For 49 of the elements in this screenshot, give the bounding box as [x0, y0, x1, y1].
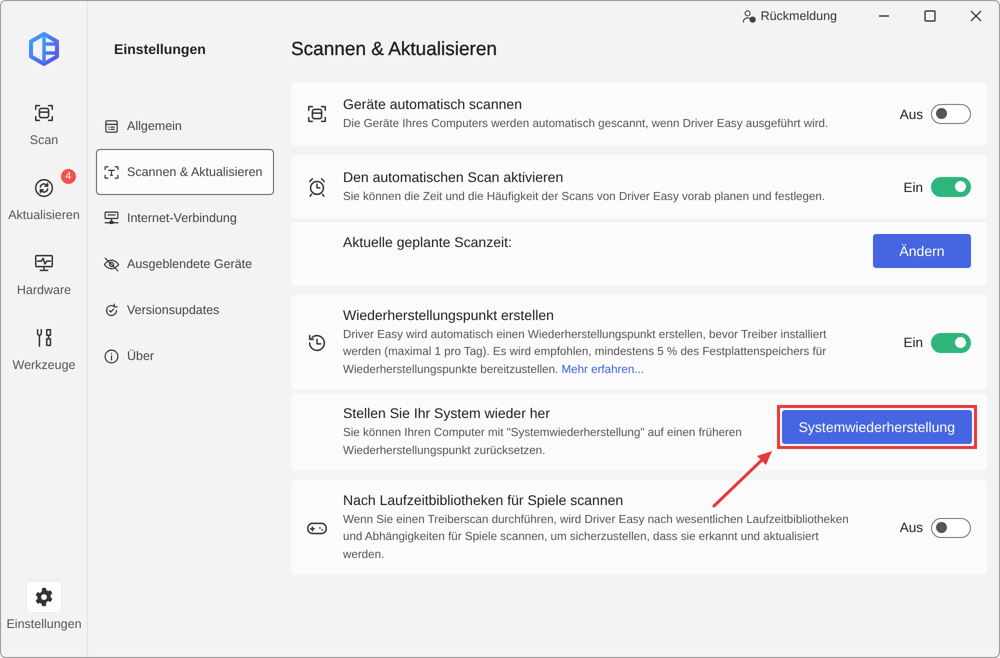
action-button[interactable]: Systemwiederherstellung — [782, 410, 972, 444]
setting-title: Nach Laufzeitbibliotheken für Spiele scannen — [343, 492, 624, 508]
maximize-icon — [924, 10, 936, 22]
refresh-check-icon — [103, 302, 120, 318]
setting-description: Die Geräte Ihres Computers werden automatisch gescannt, wenn Driver Easy ausgeführt wird. — [343, 116, 830, 132]
setting-title: Den automatischen Scan aktivieren — [343, 168, 564, 185]
setting-title: Aktuelle geplante Scanzeit: — [343, 234, 513, 250]
annotation-arrow — [712, 450, 774, 508]
feedback-button[interactable]: Rückmeldung — [742, 8, 837, 24]
rail-item[interactable]: Aktualisieren 4 — [6, 169, 82, 226]
rail-item[interactable]: Werkzeuge — [10, 319, 78, 376]
text-scan-icon — [103, 164, 120, 180]
toggle-switch[interactable] — [931, 177, 971, 197]
toggle-state-label: Aus — [900, 520, 923, 536]
toggle-state-label: Aus — [900, 106, 923, 122]
setting-description: Sie können Ihren Computer mit "Systemwiederherstellung" auf einen früheren Wiederherstellungspunkt zurücksetzen. — [343, 425, 743, 459]
list-icon — [103, 118, 120, 134]
setting-title: Geräte automatisch scannen — [343, 96, 523, 112]
update-count-badge: 4 — [60, 169, 76, 184]
settings-nav-item[interactable]: Allgemein — [96, 103, 274, 149]
settings-nav-item[interactable]: Ausgeblendete Geräte — [96, 241, 274, 287]
setting-description: Sie können die Zeit und die Häufigkeit der Scans von Driver Easy vorab planen und festlegen. — [343, 188, 826, 205]
settings-nav-item[interactable]: Scannen & Aktualisieren — [96, 149, 274, 195]
toggle-state-label: Ein — [903, 335, 923, 350]
settings-nav-item[interactable]: Versionsupdates — [96, 287, 274, 333]
rail-item[interactable]: Scan — [25, 94, 63, 151]
rail-item[interactable]: Hardware — [14, 244, 74, 301]
hidden-eye-icon — [103, 256, 120, 272]
feedback-person-icon — [742, 8, 757, 24]
network-icon — [103, 210, 120, 226]
app-logo — [28, 32, 60, 66]
settings-nav-item[interactable]: Internet-Verbindung — [96, 195, 274, 241]
scan-icon — [305, 103, 329, 125]
setting-title: Wiederherstellungspunkt erstellen — [343, 307, 555, 323]
settings-heading: Einstellungen — [114, 41, 207, 57]
rail-item[interactable]: Einstellungen — [4, 578, 84, 635]
action-button[interactable]: Ändern — [873, 234, 971, 268]
setting-title: Stellen Sie Ihr System wieder her — [343, 405, 551, 422]
setting-description: Driver Easy wird automatisch einen Wiederherstellungspunkt erstellen, bevor Treiber installiert werden (maximal 1 pro Tag). Es wird empfohlen, mindestens 5 % des Festplattenspeichers für Wiederherstellungspunkte bereitzustellen. Mehr erfahren... — [343, 327, 828, 378]
info-icon — [103, 348, 120, 364]
setting-description: Wenn Sie einen Treiberscan durchführen, wird Driver Easy nach wesentlichen Laufzeitbibliotheken und Abhängigkeiten für Spiele scannen, um sicherzustellen, dass sie erkannt und aktualisiert werden. — [343, 512, 850, 563]
learn-more-link[interactable]: Mehr erfahren... — [561, 362, 644, 376]
page-title: Scannen & Aktualisieren — [291, 39, 498, 61]
toggle-state-label: Ein — [903, 180, 923, 194]
toggle-switch[interactable] — [931, 332, 971, 353]
toggle-switch[interactable] — [931, 518, 971, 538]
toggle-switch[interactable] — [931, 104, 971, 124]
close-icon — [970, 10, 982, 22]
settings-nav-item[interactable]: Über — [96, 333, 274, 379]
